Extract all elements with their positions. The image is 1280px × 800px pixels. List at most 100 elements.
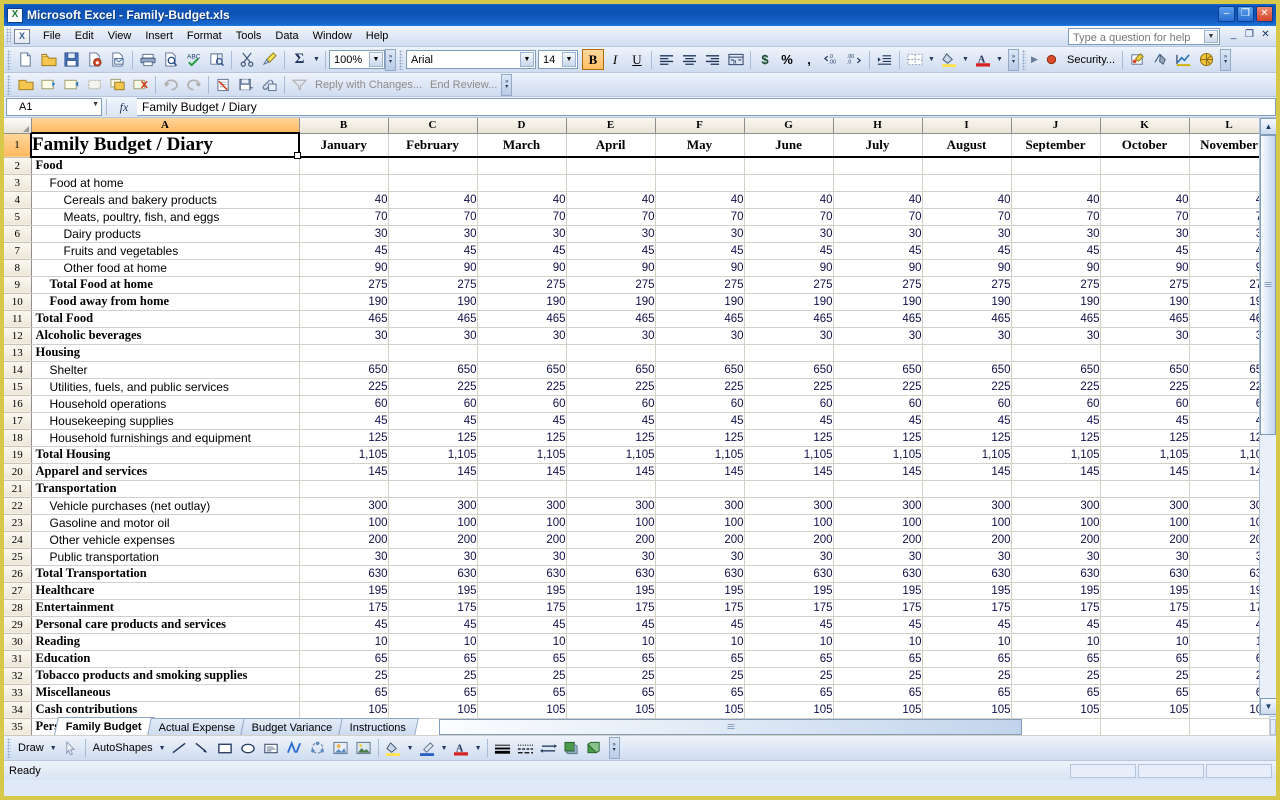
data-cell[interactable]: 190 xyxy=(833,293,923,311)
text-box-icon[interactable] xyxy=(260,737,283,759)
reply-with-changes-icon[interactable] xyxy=(288,74,311,96)
drawing-toolbar-overflow-button[interactable]: » ▾ xyxy=(608,737,620,759)
data-cell[interactable]: 30 xyxy=(299,225,389,243)
research-icon[interactable] xyxy=(205,49,228,71)
merge-and-center-icon[interactable]: a xyxy=(724,49,747,71)
data-cell[interactable]: 630 xyxy=(833,565,923,583)
data-cell[interactable]: 125 xyxy=(1189,429,1270,447)
minimize-button[interactable]: – xyxy=(1218,6,1235,22)
decrease-decimal-icon[interactable]: .00.0 xyxy=(843,49,866,71)
data-cell[interactable]: 125 xyxy=(655,429,745,447)
data-cell[interactable] xyxy=(655,157,745,175)
font-color-dropdown-icon[interactable]: ▼ xyxy=(473,745,484,752)
data-cell[interactable]: 65 xyxy=(566,650,656,668)
row-header-31[interactable]: 31 xyxy=(4,650,32,668)
data-cell[interactable]: 65 xyxy=(922,650,1012,668)
data-cell[interactable]: 125 xyxy=(388,429,478,447)
data-cell[interactable]: 70 xyxy=(388,208,478,226)
data-cell[interactable]: 125 xyxy=(566,429,656,447)
data-cell[interactable]: 90 xyxy=(1189,259,1270,277)
sheet-tab-instructions[interactable]: Instructions xyxy=(337,718,419,735)
data-cell[interactable] xyxy=(477,157,567,175)
data-cell[interactable]: 650 xyxy=(833,361,923,379)
task-pane-toolbar-grip[interactable] xyxy=(1022,49,1026,70)
bold-button[interactable]: B xyxy=(582,49,604,70)
data-cell[interactable]: 90 xyxy=(566,259,656,277)
data-cell[interactable]: 200 xyxy=(477,531,567,549)
print-icon[interactable] xyxy=(136,49,159,71)
data-cell[interactable]: 65 xyxy=(1189,650,1270,668)
data-cell[interactable]: 30 xyxy=(388,548,478,566)
data-cell[interactable]: 45 xyxy=(566,412,656,430)
data-cell[interactable]: 175 xyxy=(1100,599,1190,617)
end-review-label[interactable]: End Review... xyxy=(426,79,501,91)
month-header-october[interactable]: October xyxy=(1100,133,1190,158)
data-cell[interactable]: 60 xyxy=(566,395,656,413)
data-cell[interactable]: 70 xyxy=(1100,208,1190,226)
data-cell[interactable] xyxy=(833,480,923,498)
menu-insert[interactable]: Insert xyxy=(138,28,180,45)
data-cell[interactable]: 40 xyxy=(1100,191,1190,209)
delete-comment-icon[interactable] xyxy=(129,74,152,96)
row-label-cell[interactable]: Housing xyxy=(30,344,300,362)
row-label-cell[interactable]: Total Housing xyxy=(30,446,300,464)
data-cell[interactable] xyxy=(655,480,745,498)
data-cell[interactable]: 145 xyxy=(566,463,656,481)
data-cell[interactable]: 65 xyxy=(833,684,923,702)
hide-comment-icon[interactable] xyxy=(83,74,106,96)
data-cell[interactable]: 1,105 xyxy=(1100,446,1190,464)
row-label-cell[interactable]: Personal care products and services xyxy=(30,616,300,634)
data-cell[interactable]: 30 xyxy=(833,548,923,566)
row-header-28[interactable]: 28 xyxy=(4,599,32,617)
data-cell[interactable] xyxy=(922,344,1012,362)
horizontal-scroll-thumb[interactable] xyxy=(439,718,1023,735)
data-cell[interactable]: 40 xyxy=(744,191,834,209)
data-cell[interactable]: 60 xyxy=(299,395,389,413)
data-cell[interactable]: 105 xyxy=(1011,701,1101,719)
row-header-9[interactable]: 9 xyxy=(4,276,32,294)
data-cell[interactable]: 30 xyxy=(922,548,1012,566)
data-cell[interactable]: 300 xyxy=(744,497,834,515)
data-cell[interactable]: 30 xyxy=(1011,225,1101,243)
increase-decimal-icon[interactable]: .0.00 xyxy=(820,49,843,71)
previous-comment-icon[interactable] xyxy=(37,74,60,96)
data-cell[interactable]: 125 xyxy=(477,429,567,447)
column-header-f[interactable]: F xyxy=(655,118,745,134)
attach-icon[interactable] xyxy=(258,74,281,96)
data-cell[interactable]: 195 xyxy=(1011,582,1101,600)
fill-color-dropdown-icon[interactable]: ▼ xyxy=(960,56,971,63)
data-cell[interactable]: 200 xyxy=(922,531,1012,549)
chevron-down-icon[interactable]: ▼ xyxy=(92,101,99,108)
data-cell[interactable]: 225 xyxy=(566,378,656,396)
data-cell[interactable]: 90 xyxy=(744,259,834,277)
data-cell[interactable]: 45 xyxy=(922,412,1012,430)
data-cell[interactable]: 225 xyxy=(922,378,1012,396)
data-cell[interactable]: 630 xyxy=(1011,565,1101,583)
data-cell[interactable]: 30 xyxy=(833,225,923,243)
data-cell[interactable]: 175 xyxy=(922,599,1012,617)
column-header-d[interactable]: D xyxy=(477,118,567,134)
data-cell[interactable]: 90 xyxy=(655,259,745,277)
data-cell[interactable]: 65 xyxy=(1011,684,1101,702)
data-cell[interactable]: 30 xyxy=(1189,327,1270,345)
data-cell[interactable]: 105 xyxy=(833,701,923,719)
data-cell[interactable]: 100 xyxy=(299,514,389,532)
draw-menu-button[interactable]: Draw xyxy=(14,742,48,754)
arrow-style-icon[interactable] xyxy=(537,737,560,759)
data-cell[interactable]: 100 xyxy=(477,514,567,532)
data-cell[interactable] xyxy=(566,157,656,175)
data-cell[interactable]: 195 xyxy=(477,582,567,600)
borders-icon[interactable] xyxy=(903,49,926,71)
data-cell[interactable]: 630 xyxy=(566,565,656,583)
shadow-style-icon[interactable] xyxy=(560,737,583,759)
data-cell[interactable]: 145 xyxy=(922,463,1012,481)
data-cell[interactable]: 30 xyxy=(1100,225,1190,243)
security-icon[interactable] xyxy=(1040,49,1063,71)
undo-icon[interactable] xyxy=(159,74,182,96)
data-cell[interactable]: 105 xyxy=(388,701,478,719)
fill-color-icon[interactable] xyxy=(937,49,960,71)
reviewing-toolbar-overflow-button[interactable]: » ▾ xyxy=(501,73,513,96)
data-cell[interactable] xyxy=(1100,157,1190,175)
month-header-may[interactable]: May xyxy=(655,133,745,158)
align-center-icon[interactable] xyxy=(678,49,701,71)
